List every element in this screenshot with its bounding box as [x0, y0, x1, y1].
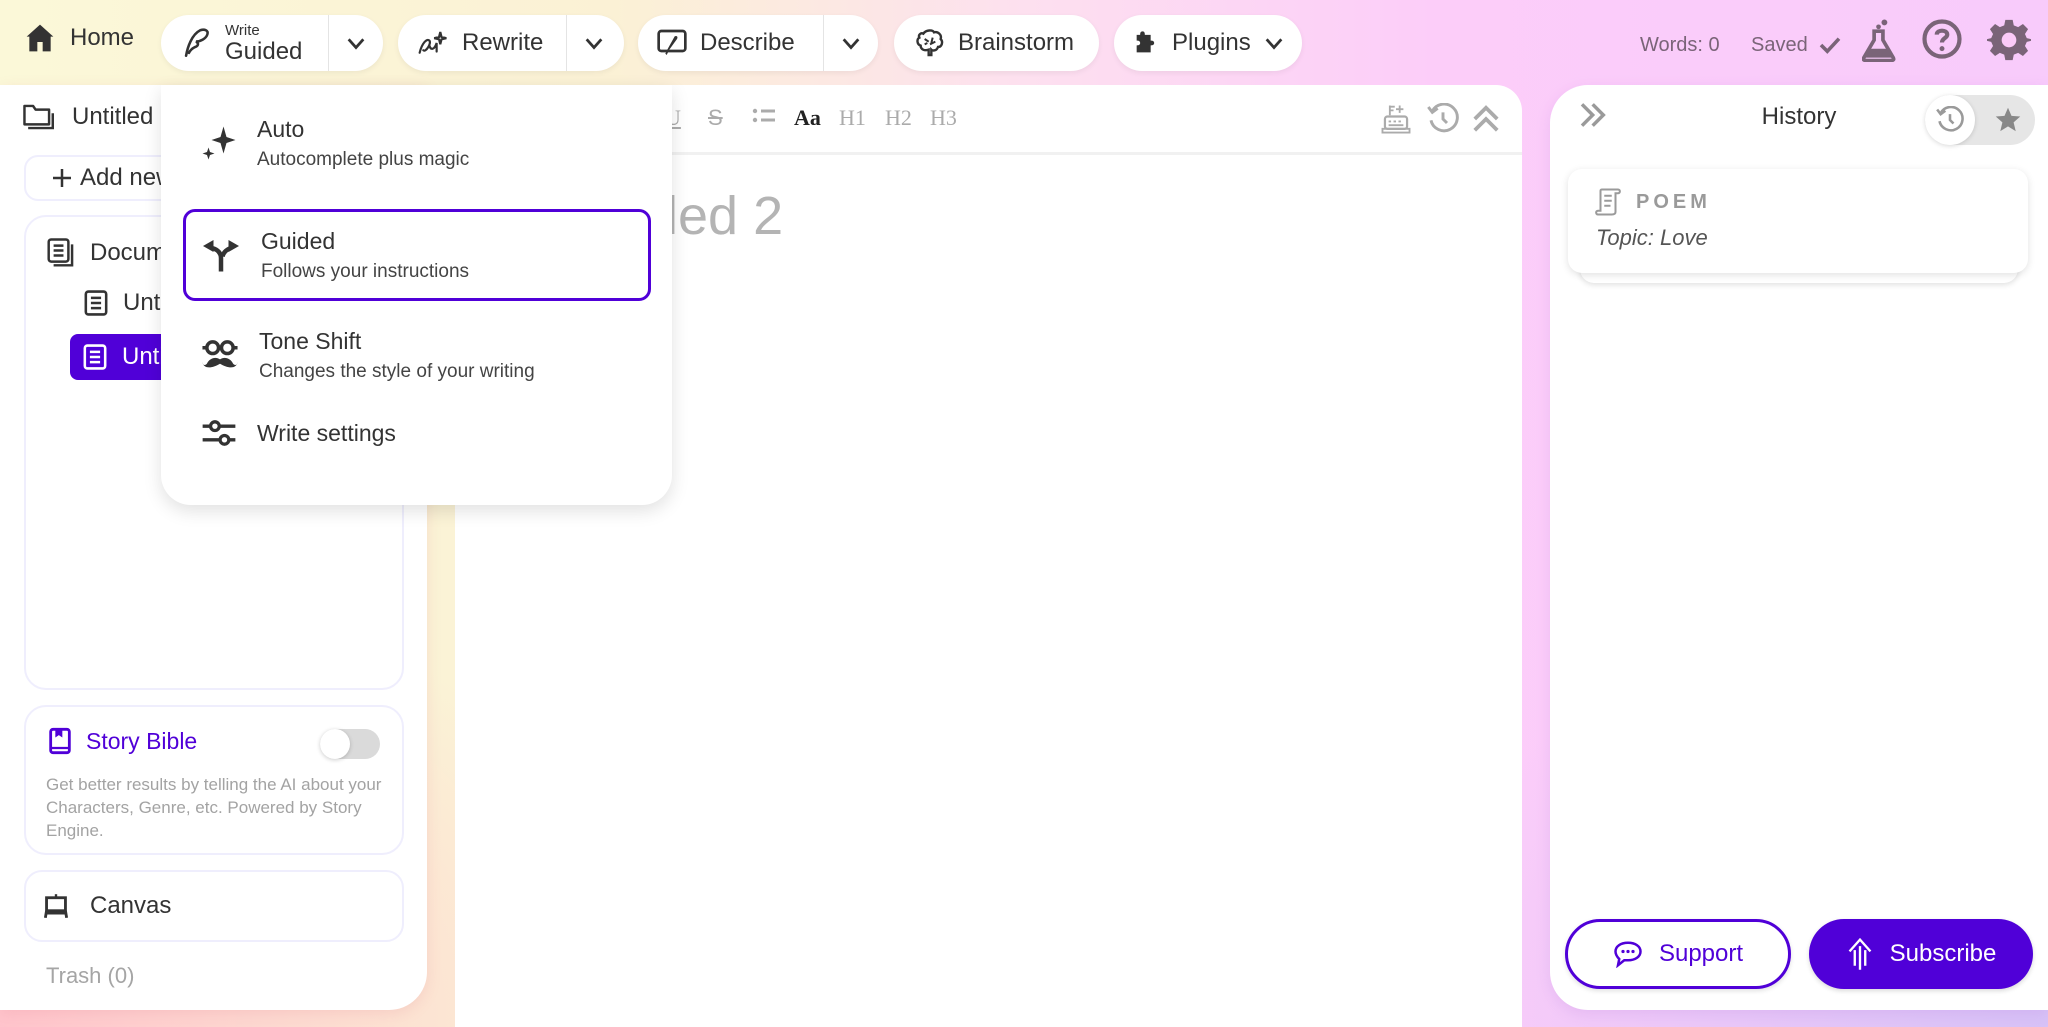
document-icon [83, 289, 109, 317]
rewrite-label: Rewrite [462, 29, 544, 56]
document-icon [82, 343, 108, 371]
home-button[interactable]: Home [24, 22, 134, 54]
history-card-topic: Topic: Love [1596, 225, 1708, 250]
checkmark-icon [1819, 36, 1841, 54]
story-bible-label: Story Bible [86, 727, 198, 754]
word-count: Words: 0 [1640, 34, 1720, 56]
menu-item-title: Tone Shift [259, 327, 362, 354]
list-button[interactable] [752, 107, 776, 125]
collapse-toolbar-icon[interactable] [1471, 103, 1501, 135]
brainstorm-label: Brainstorm [958, 29, 1075, 56]
brainstorm-button[interactable]: Brainstorm [894, 15, 1099, 71]
write-mode-menu: Auto Autocomplete plus magic Guided Foll… [161, 85, 672, 505]
project-title[interactable]: Untitled [22, 103, 153, 131]
write-mode-label: Guided [225, 37, 303, 65]
chevron-down-icon [840, 32, 862, 54]
menu-item-subtitle: Autocomplete plus magic [257, 148, 470, 170]
sliders-icon [201, 418, 237, 448]
heading-3-button[interactable]: H3 [930, 105, 957, 131]
history-panel: History POEM Topic: Love Support Subscri… [1550, 85, 2048, 1010]
history-tab[interactable] [1925, 95, 1975, 145]
heading-2-button[interactable]: H2 [885, 105, 912, 131]
quill-icon [179, 26, 213, 60]
describe-brush-icon [656, 27, 688, 59]
chevron-down-icon [345, 32, 367, 54]
lab-flask-icon[interactable] [1862, 18, 1898, 62]
write-button-group: Write Guided [161, 15, 383, 71]
history-card[interactable]: POEM Topic: Love [1568, 169, 2028, 273]
chat-bubble-icon [1613, 940, 1643, 968]
font-style-button[interactable]: Aa [794, 105, 821, 131]
describe-dropdown-toggle[interactable] [823, 15, 878, 71]
support-label: Support [1658, 940, 1744, 967]
settings-gear-icon[interactable] [1987, 18, 2031, 62]
scroll-icon [1594, 187, 1622, 217]
menu-item-subtitle: Follows your instructions [261, 260, 470, 282]
heading-1-button[interactable]: H1 [839, 105, 866, 131]
menu-item-title: Guided [261, 227, 336, 254]
canvas-label: Canvas [90, 892, 172, 919]
chevron-down-icon [1263, 32, 1285, 54]
brain-icon [914, 27, 946, 59]
menu-item-title: Auto [257, 115, 305, 142]
story-bible-toggle[interactable] [320, 729, 380, 759]
chevron-down-icon [583, 32, 605, 54]
plugins-label: Plugins [1172, 29, 1251, 56]
support-button[interactable]: Support [1565, 919, 1791, 989]
plus-icon [52, 168, 72, 188]
strikethrough-button[interactable]: S [708, 105, 723, 131]
favorites-tab[interactable] [1983, 95, 2033, 145]
arrow-up-icon [1846, 937, 1874, 971]
typewriter-magic-icon[interactable] [1381, 103, 1411, 135]
rewrite-sparkle-icon [416, 28, 450, 58]
star-icon [1994, 106, 2022, 134]
history-card-type: POEM [1636, 190, 1711, 213]
save-status: Saved [1751, 34, 1808, 56]
menu-item-write-settings[interactable]: Write settings [183, 401, 651, 465]
write-small-label: Write [225, 21, 260, 39]
write-button[interactable]: Write Guided [161, 15, 328, 71]
split-arrows-icon [201, 237, 241, 273]
story-bible-panel: Story Bible Get better results by tellin… [24, 705, 404, 855]
describe-button-group: Describe [638, 15, 878, 71]
subscribe-button[interactable]: Subscribe [1809, 919, 2033, 989]
trash-link[interactable]: Trash (0) [46, 963, 134, 989]
describe-label: Describe [700, 29, 795, 56]
sparkle-icon [201, 123, 237, 163]
easel-icon [44, 893, 68, 919]
history-favorites-switch [1925, 95, 2035, 145]
bible-book-icon [48, 727, 72, 755]
menu-item-title: Write settings [257, 419, 396, 446]
puzzle-icon [1132, 29, 1160, 57]
describe-button[interactable]: Describe [638, 15, 823, 71]
menu-item-guided[interactable]: Guided Follows your instructions [183, 209, 651, 301]
documents-icon [46, 237, 76, 269]
write-dropdown-toggle[interactable] [328, 15, 383, 71]
rewrite-button-group: Rewrite [398, 15, 624, 71]
home-icon [24, 22, 56, 54]
project-title-label: Untitled [72, 103, 154, 130]
home-label: Home [70, 24, 135, 51]
subscribe-label: Subscribe [1889, 940, 1997, 967]
menu-item-tone-shift[interactable]: Tone Shift Changes the style of your wri… [183, 309, 651, 401]
history-clock-icon[interactable] [1427, 103, 1459, 135]
history-clock-icon [1936, 106, 1964, 134]
menu-item-subtitle: Changes the style of your writing [259, 360, 535, 382]
toggle-knob [320, 729, 350, 759]
plugins-button[interactable]: Plugins [1114, 15, 1302, 71]
add-new-label: Add new [80, 164, 174, 191]
story-bible-description: Get better results by telling the AI abo… [46, 775, 382, 840]
menu-item-auto[interactable]: Auto Autocomplete plus magic [183, 97, 651, 189]
list-icon [752, 107, 776, 125]
mustache-glasses-icon [201, 337, 239, 373]
canvas-button[interactable]: Canvas [24, 870, 404, 942]
rewrite-button[interactable]: Rewrite [398, 15, 566, 71]
folder-icon [22, 103, 54, 131]
top-bar: Home Write Guided Rewrite Describe Brain… [0, 0, 2048, 85]
rewrite-dropdown-toggle[interactable] [566, 15, 621, 71]
help-icon[interactable] [1921, 18, 1963, 60]
story-bible-title[interactable]: Story Bible [48, 727, 197, 755]
